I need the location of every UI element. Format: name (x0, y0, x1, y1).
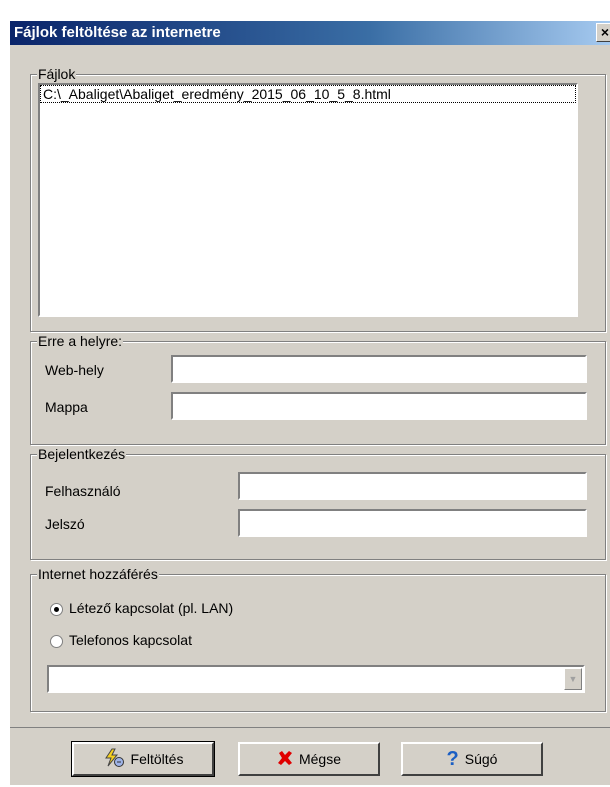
window-title: Fájlok feltöltése az internetre (14, 24, 221, 41)
title-bar[interactable]: Fájlok feltöltése az internetre × (10, 21, 610, 45)
help-button-label: Súgó (464, 751, 498, 767)
dialup-connection-radio[interactable] (50, 635, 63, 648)
files-legend: Fájlok (37, 66, 77, 83)
help-button[interactable]: ? Súgó (401, 742, 543, 776)
close-button[interactable]: × (596, 23, 610, 42)
upload-button-label: Feltöltés (130, 751, 184, 767)
upload-button[interactable]: Feltöltés (71, 741, 215, 777)
red-x-icon (277, 750, 293, 769)
dialup-connection-label[interactable]: Telefonos kapcsolat (69, 632, 192, 648)
connection-dropdown[interactable]: ▼ (47, 665, 585, 693)
file-list-item[interactable]: C:\_Abaliget\Abaliget_eredmény_2015_06_1… (40, 85, 576, 103)
chevron-down-icon[interactable]: ▼ (564, 668, 582, 690)
upload-dialog: Fájlok feltöltése az internetre × Fájlok… (9, 20, 610, 785)
existing-connection-radio[interactable] (50, 603, 63, 616)
password-input[interactable] (238, 509, 587, 537)
internet-legend: Internet hozzáférés (37, 566, 159, 583)
destination-legend: Erre a helyre: (37, 333, 124, 350)
folder-label: Mappa (45, 399, 88, 415)
folder-input[interactable] (171, 392, 587, 420)
existing-connection-label[interactable]: Létező kapcsolat (pl. LAN) (69, 600, 233, 616)
radio-selected-dot (54, 607, 59, 612)
cancel-button-label: Mégse (298, 751, 342, 767)
username-label: Felhasználó (45, 483, 121, 499)
login-group: Bejelentkezés (30, 446, 606, 560)
login-legend: Bejelentkezés (37, 446, 127, 463)
website-input[interactable] (171, 355, 587, 383)
lightning-hand-icon (103, 748, 125, 771)
cancel-button[interactable]: Mégse (238, 742, 380, 776)
username-input[interactable] (238, 472, 587, 500)
file-list[interactable]: C:\_Abaliget\Abaliget_eredmény_2015_06_1… (38, 83, 578, 317)
website-label: Web-hely (45, 362, 104, 378)
button-bar: Feltöltés Mégse ? Súgó (10, 727, 610, 787)
question-mark-icon: ? (446, 748, 459, 770)
password-label: Jelszó (45, 516, 85, 532)
